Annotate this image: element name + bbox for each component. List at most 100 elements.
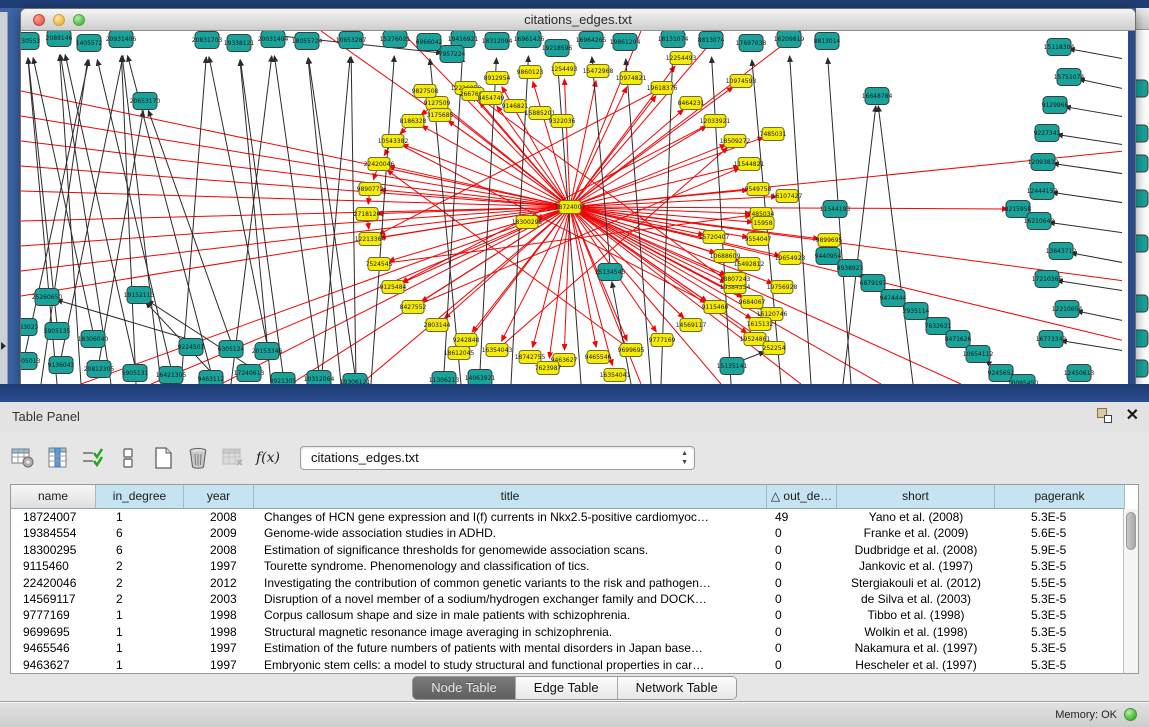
table-row[interactable]: 2242004622012Investigating the contribut… [11, 575, 1138, 591]
table-cell[interactable]: 18724007 [11, 509, 96, 525]
black-edge[interactable] [1079, 79, 1122, 89]
graph-node[interactable]: 1830553 [21, 33, 41, 50]
graph-node[interactable]: 16961426 [514, 31, 545, 48]
table-cell[interactable]: 9115460 [11, 558, 96, 574]
graph-node[interactable] [1136, 155, 1148, 172]
table-cell[interactable]: 1997 [184, 558, 254, 574]
pane-divider[interactable] [0, 384, 1149, 402]
graph-node[interactable]: 18509272 [720, 135, 751, 148]
table-row[interactable]: 911546021997Tourette syndrome. Phenomeno… [11, 558, 1138, 574]
table-cell[interactable]: Yano et al. (2008) [837, 509, 995, 525]
graph-node[interactable]: 8186328 [400, 115, 427, 128]
graph-node[interactable]: 7485031 [760, 128, 787, 141]
graph-node[interactable]: 18807243 [720, 273, 751, 286]
table-cell[interactable]: 9699695 [11, 624, 96, 640]
black-edge[interactable] [240, 60, 283, 374]
graph-node[interactable]: 8464231 [678, 97, 705, 110]
graph-node[interactable] [1136, 190, 1148, 207]
graph-node[interactable]: 8813074 [698, 32, 725, 49]
table-cell[interactable]: 6 [96, 525, 184, 541]
table-row[interactable]: 1456911722003Disruption of a novel membe… [11, 591, 1138, 607]
graph-node[interactable]: 9129966 [1042, 97, 1069, 114]
red-edge[interactable] [570, 207, 1008, 209]
black-edge[interactable] [1069, 49, 1122, 59]
graph-node[interactable]: 15720407 [699, 231, 730, 244]
graph-node[interactable]: 20831703 [192, 32, 223, 49]
table-cell[interactable]: 5.3E-5 [995, 591, 1125, 607]
table-row[interactable]: 946362711997Embryonic stem cells: a mode… [11, 657, 1138, 673]
graph-node[interactable]: 15472968 [583, 65, 614, 78]
table-cell[interactable]: 0 [767, 558, 837, 574]
table-cell[interactable]: 5.3E-5 [995, 640, 1125, 656]
tab-edge-table[interactable]: Edge Table [516, 677, 618, 699]
column-header-out_de[interactable]: △ out_de… [767, 485, 837, 509]
panel-collapse-arrow-icon[interactable] [1, 342, 6, 350]
graph-node[interactable]: 20153346 [252, 343, 283, 360]
graph-node[interactable]: 9890772 [357, 183, 384, 196]
table-cell[interactable]: 2008 [184, 509, 254, 525]
graph-node[interactable]: 7524545 [366, 258, 393, 271]
graph-node[interactable]: 16648784 [862, 88, 893, 105]
table-cell[interactable]: 2 [96, 575, 184, 591]
graph-hub-node[interactable]: 18724007 [555, 201, 586, 214]
background-network-window[interactable] [1136, 8, 1149, 386]
graph-node[interactable]: 9224501 [178, 339, 205, 356]
black-edge[interactable] [1071, 253, 1122, 263]
black-edge[interactable] [790, 56, 811, 384]
graph-node[interactable]: 18612045 [444, 347, 475, 360]
black-edge[interactable] [148, 110, 231, 342]
red-edge[interactable] [570, 87, 627, 207]
new-column-icon[interactable] [150, 446, 176, 470]
table-cell[interactable]: Franke et al. (2009) [837, 525, 995, 541]
table-cell[interactable]: Investigating the contribution of common… [254, 575, 767, 591]
graph-node[interactable]: 8912954 [484, 72, 511, 85]
red-edge[interactable] [533, 207, 570, 347]
black-edge[interactable] [878, 106, 913, 384]
black-edge[interactable] [843, 106, 876, 384]
scrollbar-thumb[interactable] [1126, 512, 1136, 550]
graph-node[interactable]: 1615132 [747, 318, 774, 331]
table-cell[interactable]: Wolkin et al. (1998) [837, 624, 995, 640]
table-cell[interactable]: 1 [96, 657, 184, 673]
table-scrollbar[interactable] [1123, 509, 1138, 673]
background-window-canvas[interactable] [1136, 30, 1149, 386]
table-cell[interactable]: 0 [767, 542, 837, 558]
red-edge[interactable] [402, 207, 570, 283]
black-edge[interactable] [209, 57, 267, 344]
table-cell[interactable]: 5.6E-5 [995, 525, 1125, 541]
table-cell[interactable]: 6 [96, 542, 184, 558]
table-cell[interactable]: Stergiakouli et al. (2012) [837, 575, 995, 591]
table-cell[interactable]: 1 [96, 509, 184, 525]
graph-node[interactable]: 9549758 [745, 183, 772, 196]
background-window-titlebar[interactable] [1136, 8, 1149, 30]
graph-node[interactable]: 6966042 [416, 34, 443, 51]
table-cell[interactable]: Structural magnetic resonance image aver… [254, 624, 767, 640]
graph-node[interactable] [1136, 295, 1148, 312]
control-panel-edge[interactable] [0, 12, 8, 402]
graph-node[interactable]: 8427552 [400, 301, 427, 314]
graph-node[interactable]: 12444153 [1027, 183, 1058, 200]
table-cell[interactable]: 0 [767, 607, 837, 623]
network-view[interactable]: 1254493986012389129541222605891275098186… [21, 31, 1135, 386]
column-header-year[interactable]: year [184, 485, 254, 509]
column-chooser-icon[interactable] [45, 446, 71, 470]
graph-node[interactable]: 15276021 [380, 31, 411, 48]
table-cell[interactable]: Hescheler et al. (1997) [837, 657, 995, 673]
table-cell[interactable]: 14569117 [11, 591, 96, 607]
window-titlebar[interactable]: citations_edges.txt [21, 9, 1135, 31]
graph-node[interactable]: 6305124 [218, 341, 245, 358]
table-row[interactable]: 977716911998Corpus callosum shape and si… [11, 607, 1138, 623]
table-cell[interactable]: 1 [96, 624, 184, 640]
graph-node[interactable]: 19338121 [224, 35, 255, 52]
table-cell[interactable]: 5.5E-5 [995, 575, 1125, 591]
table-cell[interactable]: Estimation of the future numbers of pati… [254, 640, 767, 656]
graph-node[interactable]: 9440954 [815, 248, 842, 265]
graph-node[interactable]: 10653287 [336, 32, 367, 49]
graph-node[interactable]: 252254 [763, 342, 786, 355]
graph-node[interactable]: 16354043 [482, 344, 513, 357]
graph-node[interactable]: 16354041 [600, 369, 631, 382]
graph-node[interactable]: 10974593 [726, 75, 757, 88]
graph-node[interactable]: 18055724 [292, 33, 323, 50]
table-settings-icon[interactable] [10, 446, 36, 470]
black-edge[interactable] [1057, 281, 1122, 291]
